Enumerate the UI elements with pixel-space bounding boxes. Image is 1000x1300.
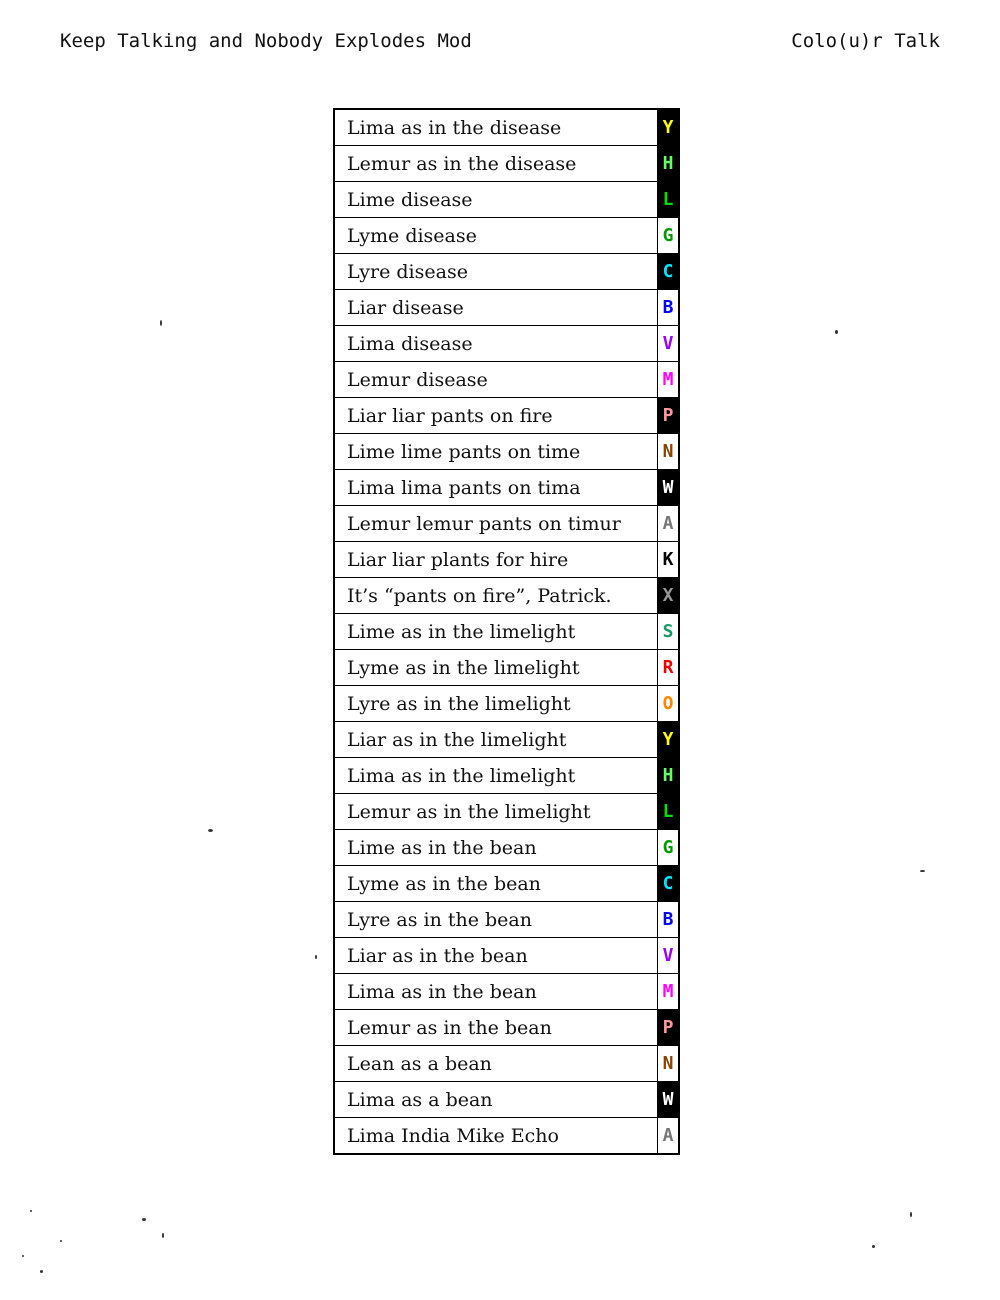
phrase-cell: Liar disease [333, 289, 658, 326]
phrase-cell: Lemur disease [333, 361, 658, 398]
color-letter-cell: Y [657, 721, 680, 758]
table-row: Lima India Mike Echo A [333, 1117, 680, 1155]
phrase-cell: Lima as a bean [333, 1081, 658, 1118]
phrase-cell: Liar liar pants on fire [333, 397, 658, 434]
color-letter-cell: C [657, 253, 680, 290]
table-row: Lima as in the disease Y [333, 108, 680, 146]
phrase-cell: Lime as in the limelight [333, 613, 658, 650]
color-letter-cell: P [657, 1009, 680, 1046]
table-row: Liar as in the bean V [333, 937, 680, 974]
color-letter-cell: C [657, 865, 680, 902]
phrase-cell: Lemur as in the bean [333, 1009, 658, 1046]
table-row: Liar disease B [333, 289, 680, 326]
phrase-cell: Lima as in the disease [333, 108, 658, 146]
color-letter-cell: L [657, 793, 680, 830]
table-row: Lemur as in the limelight L [333, 793, 680, 830]
table-row: Lima as in the limelight H [333, 757, 680, 794]
table-row: Lemur as in the bean P [333, 1009, 680, 1046]
table-row: Lemur disease M [333, 361, 680, 398]
color-letter-cell: R [657, 649, 680, 686]
table-row: Liar liar pants on fire P [333, 397, 680, 434]
color-letter-cell: G [657, 217, 680, 254]
table-row: Lyme disease G [333, 217, 680, 254]
phrase-cell: Liar as in the bean [333, 937, 658, 974]
table-row: Lime disease L [333, 181, 680, 218]
table-row: It’s “pants on fire”, Patrick. X [333, 577, 680, 614]
phrase-cell: Lean as a bean [333, 1045, 658, 1082]
phrase-cell: Liar liar plants for hire [333, 541, 658, 578]
phrase-cell: It’s “pants on fire”, Patrick. [333, 577, 658, 614]
table-row: Lima as a bean W [333, 1081, 680, 1118]
color-letter-cell: S [657, 613, 680, 650]
color-letter-cell: W [657, 1081, 680, 1118]
phrase-cell: Lyme as in the limelight [333, 649, 658, 686]
color-letter-cell: G [657, 829, 680, 866]
phrase-cell: Lemur as in the limelight [333, 793, 658, 830]
table-row: Liar liar plants for hire K [333, 541, 680, 578]
phrase-cell: Lima lima pants on tima [333, 469, 658, 506]
phrase-cell: Lima India Mike Echo [333, 1117, 658, 1155]
page-header-left: Keep Talking and Nobody Explodes Mod [60, 30, 472, 52]
color-letter-cell: X [657, 577, 680, 614]
color-letter-cell: W [657, 469, 680, 506]
phrase-cell: Liar as in the limelight [333, 721, 658, 758]
table-row: Lima as in the bean M [333, 973, 680, 1010]
color-letter-cell: H [657, 757, 680, 794]
table-row: Lime as in the bean G [333, 829, 680, 866]
table-row: Lean as a bean N [333, 1045, 680, 1082]
color-letter-cell: P [657, 397, 680, 434]
table-row: Lemur as in the disease H [333, 145, 680, 182]
color-letter-cell: L [657, 181, 680, 218]
phrase-cell: Lime as in the bean [333, 829, 658, 866]
color-letter-cell: N [657, 1045, 680, 1082]
table-row: Lime lime pants on time N [333, 433, 680, 470]
phrase-cell: Lyre disease [333, 253, 658, 290]
color-letter-cell: A [657, 505, 680, 542]
phrase-cell: Lyre as in the limelight [333, 685, 658, 722]
color-letter-cell: A [657, 1117, 680, 1155]
table-row: Lyme as in the bean C [333, 865, 680, 902]
color-letter-cell: B [657, 901, 680, 938]
phrase-cell: Lyre as in the bean [333, 901, 658, 938]
phrase-table-body: Lima as in the disease Y Lemur as in the d… [333, 108, 680, 1155]
phrase-cell: Lemur as in the disease [333, 145, 658, 182]
phrase-cell: Lemur lemur pants on timur [333, 505, 658, 542]
table-row: Lemur lemur pants on timur A [333, 505, 680, 542]
table-row: Lime as in the limelight S [333, 613, 680, 650]
phrase-cell: Lime lime pants on time [333, 433, 658, 470]
color-letter-cell: M [657, 361, 680, 398]
phrase-cell: Lima as in the bean [333, 973, 658, 1010]
table-row: Lyre as in the bean B [333, 901, 680, 938]
table-row: Lyme as in the limelight R [333, 649, 680, 686]
color-letter-cell: N [657, 433, 680, 470]
color-letter-cell: V [657, 325, 680, 362]
phrase-table: Lima as in the disease Y Lemur as in the d… [333, 108, 680, 1155]
phrase-cell: Lime disease [333, 181, 658, 218]
phrase-cell: Lyme as in the bean [333, 865, 658, 902]
phrase-cell: Lima as in the limelight [333, 757, 658, 794]
color-letter-cell: H [657, 145, 680, 182]
phrase-cell: Lima disease [333, 325, 658, 362]
table-row: Lyre disease C [333, 253, 680, 290]
table-row: Lima disease V [333, 325, 680, 362]
color-letter-cell: V [657, 937, 680, 974]
color-letter-cell: B [657, 289, 680, 326]
color-letter-cell: K [657, 541, 680, 578]
phrase-cell: Lyme disease [333, 217, 658, 254]
page-header-right: Colo(u)r Talk [791, 30, 940, 52]
table-row: Lima lima pants on tima W [333, 469, 680, 506]
table-row: Liar as in the limelight Y [333, 721, 680, 758]
table-row: Lyre as in the limelight O [333, 685, 680, 722]
color-letter-cell: O [657, 685, 680, 722]
color-letter-cell: Y [657, 108, 680, 146]
color-letter-cell: M [657, 973, 680, 1010]
